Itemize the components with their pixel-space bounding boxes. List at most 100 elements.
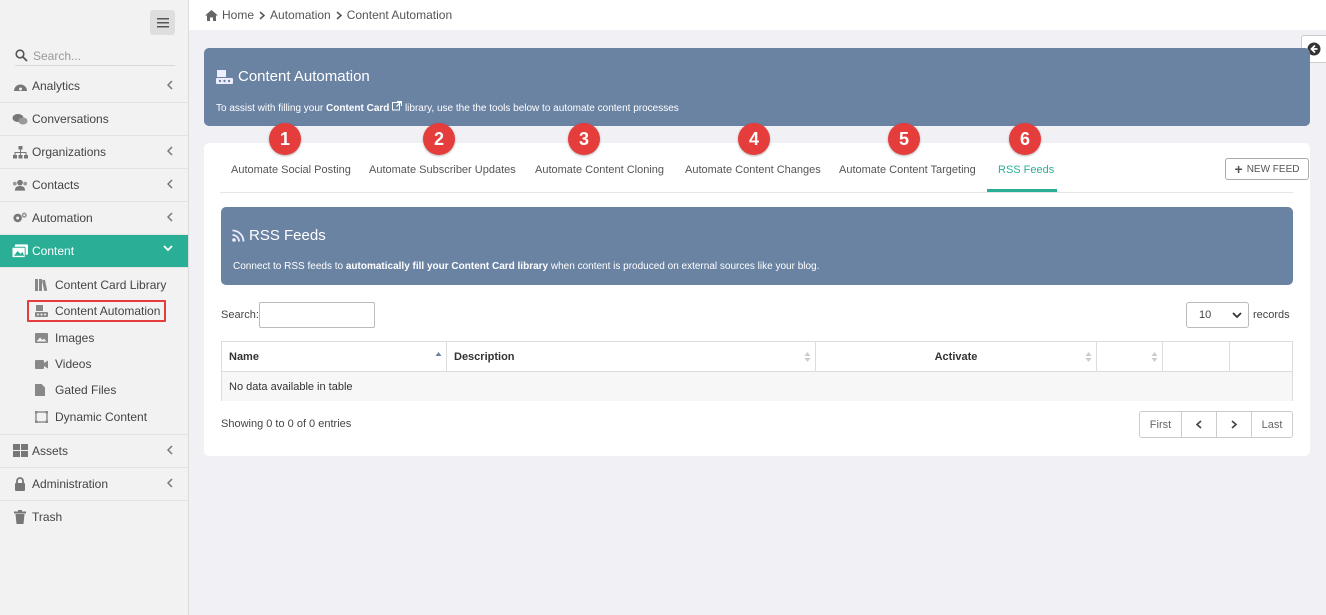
records-per-page-select[interactable]: 10: [1186, 302, 1249, 328]
breadcrumb-current: Content Automation: [346, 8, 453, 22]
chevron-left-icon: [167, 478, 173, 488]
content-submenu: Content Card Library Content Automation …: [0, 268, 188, 435]
sidebar-subitem-videos[interactable]: Videos: [0, 351, 188, 377]
sidebar-item-conversations[interactable]: Conversations: [0, 103, 188, 136]
video-camera-icon: [35, 359, 48, 369]
hamburger-icon: [156, 17, 169, 27]
sitemap-icon: [12, 145, 28, 158]
new-feed-button[interactable]: + NEW FEED: [1225, 158, 1309, 180]
highlight-box: [27, 300, 166, 323]
sidebar-subitem-content-automation[interactable]: Content Automation: [0, 298, 188, 324]
column-header-blank-2: [1163, 342, 1230, 372]
active-tab-indicator: [987, 189, 1057, 192]
tab-automate-subscriber-updates[interactable]: Automate Subscriber Updates: [369, 164, 516, 176]
sort-asc-icon: [435, 352, 442, 356]
content-card-link[interactable]: Content Card: [326, 103, 389, 114]
breadcrumb-home-link[interactable]: Home: [222, 8, 254, 22]
chevron-right-icon: [259, 10, 266, 20]
sort-icon: [1085, 352, 1092, 362]
chevron-left-icon: [1196, 420, 1202, 429]
rss-icon: [232, 229, 245, 242]
sidebar-item-organizations[interactable]: Organizations: [0, 136, 188, 169]
menu-toggle-button[interactable]: [150, 10, 175, 35]
step-badge-1: 1: [269, 123, 301, 155]
step-badge-5: 5: [888, 123, 920, 155]
chevron-left-icon: [167, 146, 173, 156]
trash-icon: [14, 510, 26, 525]
page-title: Content Automation: [216, 68, 370, 85]
chevron-left-icon: [167, 80, 173, 90]
chevron-left-icon: [167, 445, 173, 455]
table-search-input[interactable]: [259, 302, 375, 328]
chevron-right-icon: [336, 10, 342, 20]
sidebar-item-contacts[interactable]: Contacts: [0, 169, 188, 202]
chevron-left-icon: [167, 212, 173, 222]
chevron-down-icon: [163, 245, 173, 252]
rss-feeds-table: Name Description Activate No data availa…: [221, 341, 1293, 401]
book-icon: [35, 279, 48, 292]
comments-icon: [12, 113, 28, 124]
chevron-down-icon: [1232, 312, 1242, 319]
object-ungroup-icon: [35, 410, 48, 423]
tab-automate-content-targeting[interactable]: Automate Content Targeting: [839, 164, 976, 176]
sidebar-item-assets[interactable]: Assets: [0, 435, 188, 468]
external-link-icon[interactable]: [392, 100, 403, 111]
search-icon: [15, 49, 28, 62]
sidebar-item-analytics[interactable]: Analytics: [0, 70, 188, 103]
sidebar-item-administration[interactable]: Administration: [0, 468, 188, 501]
sidebar-nav: Analytics Conversations Organizations Co…: [0, 70, 188, 534]
lock-icon: [15, 476, 25, 491]
sidebar-subitem-gated-files[interactable]: Gated Files: [0, 377, 188, 403]
sidebar-subitem-dynamic-content[interactable]: Dynamic Content: [0, 403, 188, 429]
main-panel: Automate Social Posting Automate Subscri…: [204, 143, 1310, 456]
sidebar-subitem-content-card-library[interactable]: Content Card Library: [0, 272, 188, 298]
tab-automate-social-posting[interactable]: Automate Social Posting: [231, 164, 351, 176]
cogs-icon: [13, 212, 27, 223]
sort-icon: [1151, 352, 1158, 362]
step-badge-3: 3: [568, 123, 600, 155]
column-header-activate[interactable]: Activate: [816, 342, 1097, 372]
table-search-label: Search:: [221, 309, 259, 321]
page-description: To assist with filling your Content Card…: [216, 100, 679, 114]
automation-icon: [216, 69, 233, 84]
rss-title: RSS Feeds: [232, 227, 326, 244]
pager-last-button[interactable]: Last: [1252, 412, 1292, 437]
step-badge-6: 6: [1009, 123, 1041, 155]
column-header-blank-3: [1230, 342, 1292, 372]
tab-rss-feeds[interactable]: RSS Feeds: [998, 164, 1054, 176]
column-header-blank-1[interactable]: [1097, 342, 1163, 372]
step-badge-4: 4: [738, 123, 770, 155]
plus-icon: +: [1234, 161, 1243, 177]
sidebar-subitem-images[interactable]: Images: [0, 325, 188, 351]
dashboard-icon: [13, 84, 27, 91]
tab-automate-content-changes[interactable]: Automate Content Changes: [685, 164, 821, 176]
tab-automate-content-cloning[interactable]: Automate Content Cloning: [535, 164, 664, 176]
file-icon: [35, 384, 45, 397]
breadcrumb: Home Automation Content Automation: [189, 0, 1326, 30]
search-input[interactable]: Search...: [33, 49, 81, 63]
pager-first-button[interactable]: First: [1140, 412, 1182, 437]
sidebar-item-automation[interactable]: Automation: [0, 202, 188, 235]
chevron-left-icon: [167, 179, 173, 189]
column-header-name[interactable]: Name: [222, 342, 447, 372]
sidebar-item-trash[interactable]: Trash: [0, 501, 188, 534]
sidebar: Search... Analytics Conversations Organi…: [0, 0, 189, 615]
pager-next-button[interactable]: [1217, 412, 1252, 437]
step-badge-2: 2: [423, 123, 455, 155]
th-large-icon: [12, 444, 28, 458]
content-automation-banner: Content Automation To assist with fillin…: [204, 48, 1310, 126]
home-icon: [205, 9, 218, 21]
sidebar-search[interactable]: Search...: [15, 46, 175, 66]
breadcrumb-automation-link[interactable]: Automation: [270, 8, 331, 22]
sidebar-item-content[interactable]: Content: [0, 235, 188, 268]
images-icon: [12, 244, 28, 258]
column-header-description[interactable]: Description: [447, 342, 816, 372]
table-row-empty: No data available in table: [222, 372, 1292, 401]
pager-prev-button[interactable]: [1182, 412, 1217, 437]
image-icon: [35, 332, 48, 343]
table-info: Showing 0 to 0 of 0 entries: [221, 418, 352, 430]
records-label: records: [1253, 309, 1290, 321]
pagination: First Last: [1139, 411, 1293, 438]
rss-feeds-banner: RSS Feeds Connect to RSS feeds to automa…: [221, 207, 1293, 285]
rss-description: Connect to RSS feeds to automatically fi…: [233, 261, 820, 272]
